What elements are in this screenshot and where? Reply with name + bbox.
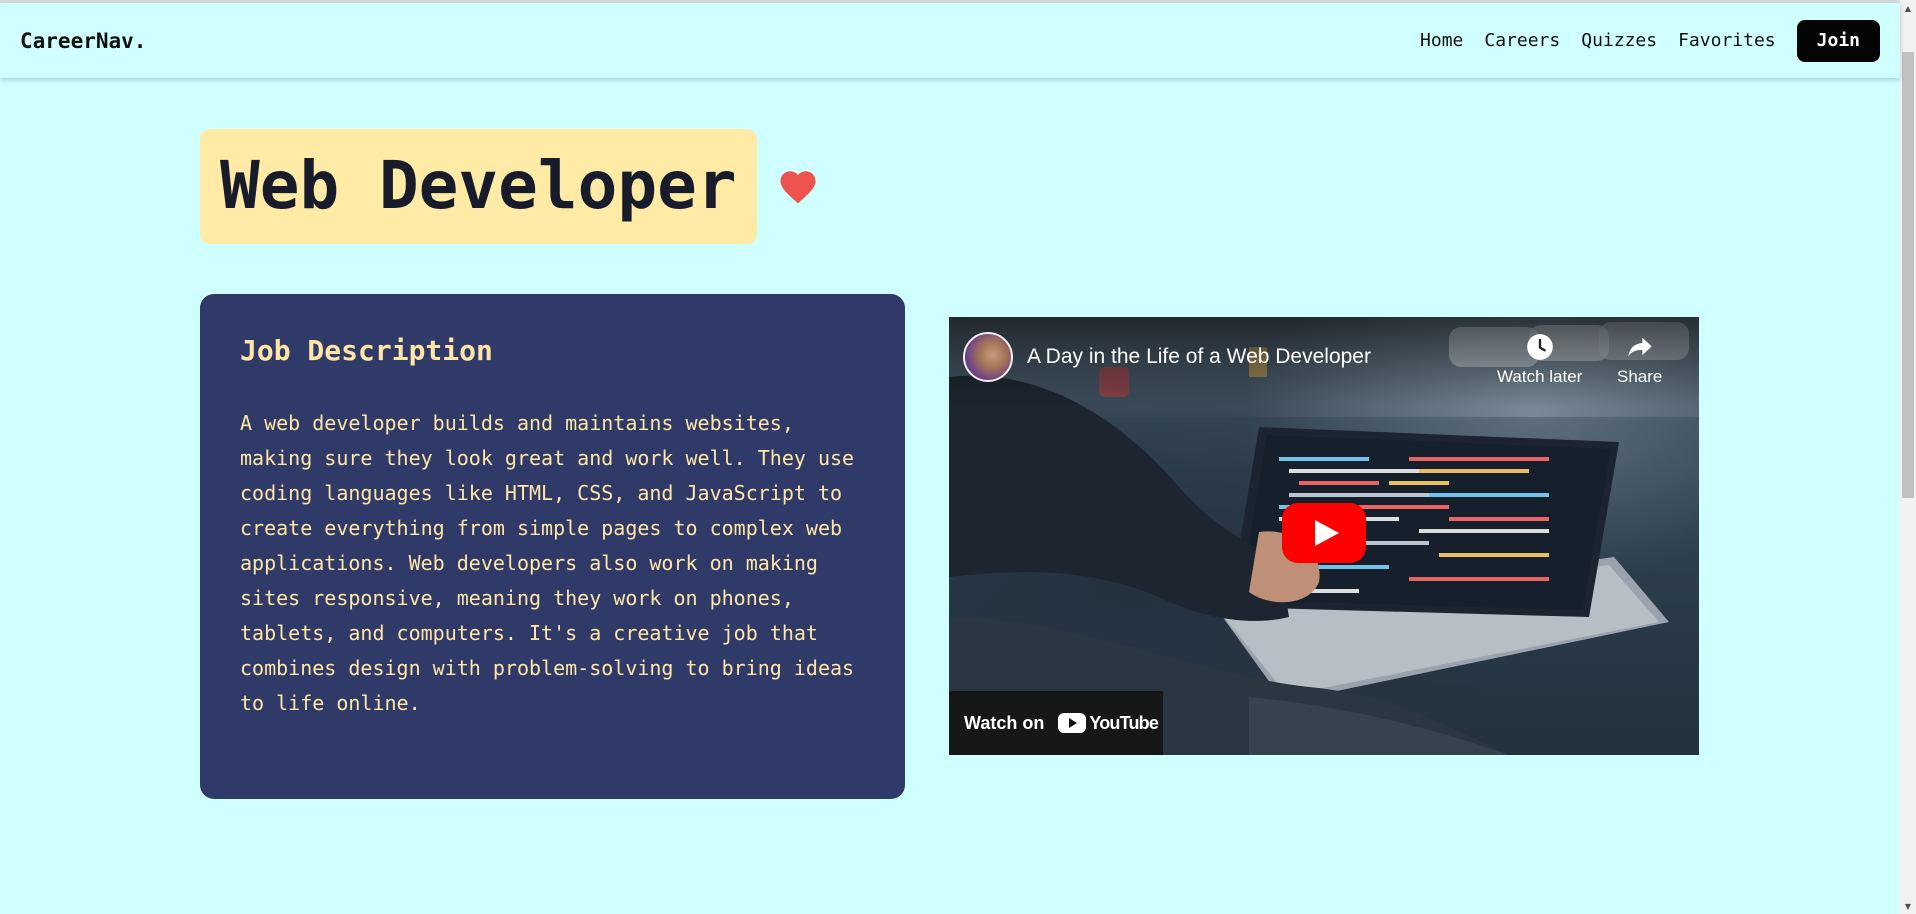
youtube-logo: YouTube	[1058, 712, 1159, 734]
video-embed[interactable]: A Day in the Life of a Web Developer Wat…	[949, 317, 1699, 755]
nav-link-home[interactable]: Home	[1420, 30, 1463, 51]
watch-later-button[interactable]: Watch later	[1497, 333, 1582, 387]
vertical-scrollbar[interactable]: ▲ ▼	[1900, 0, 1916, 914]
channel-avatar[interactable]	[963, 332, 1013, 382]
scroll-up-arrow-icon[interactable]: ▲	[1900, 0, 1916, 16]
job-description-text: A web developer builds and maintains web…	[240, 410, 855, 715]
job-description-heading: Job Description	[240, 334, 493, 367]
career-title-box: Web Developer	[200, 129, 757, 244]
youtube-wordmark: YouTube	[1089, 712, 1159, 733]
youtube-play-logo-icon	[1058, 713, 1087, 733]
job-description-card: Job Description A web developer builds a…	[200, 294, 905, 799]
clock-icon	[1526, 334, 1553, 360]
scroll-down-arrow-icon[interactable]: ▼	[1900, 898, 1916, 914]
nav-links: Home Careers Quizzes Favorites Join	[1399, 19, 1880, 62]
video-title[interactable]: A Day in the Life of a Web Developer	[1027, 345, 1371, 369]
share-button[interactable]: Share	[1617, 333, 1662, 387]
heart-icon[interactable]	[777, 166, 819, 208]
page: CareerNav. Home Careers Quizzes Favorite…	[0, 0, 1916, 914]
share-arrow-icon	[1628, 337, 1652, 357]
career-title-row: Web Developer	[200, 129, 819, 244]
watch-on-youtube-button[interactable]: Watch on YouTube	[949, 691, 1163, 755]
nav-link-quizzes[interactable]: Quizzes	[1581, 30, 1657, 51]
join-button[interactable]: Join	[1796, 19, 1880, 62]
nav-link-careers[interactable]: Careers	[1484, 30, 1560, 51]
share-label: Share	[1617, 367, 1663, 386]
brand-logo[interactable]: CareerNav.	[20, 29, 146, 53]
scrollbar-thumb[interactable]	[1902, 52, 1914, 498]
page-title: Web Developer	[220, 147, 737, 224]
watch-on-label: Watch on	[964, 712, 1045, 733]
play-icon[interactable]	[1282, 503, 1366, 563]
nav-link-favorites[interactable]: Favorites	[1678, 30, 1776, 51]
navbar: CareerNav. Home Careers Quizzes Favorite…	[0, 3, 1900, 78]
watch-later-label: Watch later	[1497, 367, 1583, 386]
